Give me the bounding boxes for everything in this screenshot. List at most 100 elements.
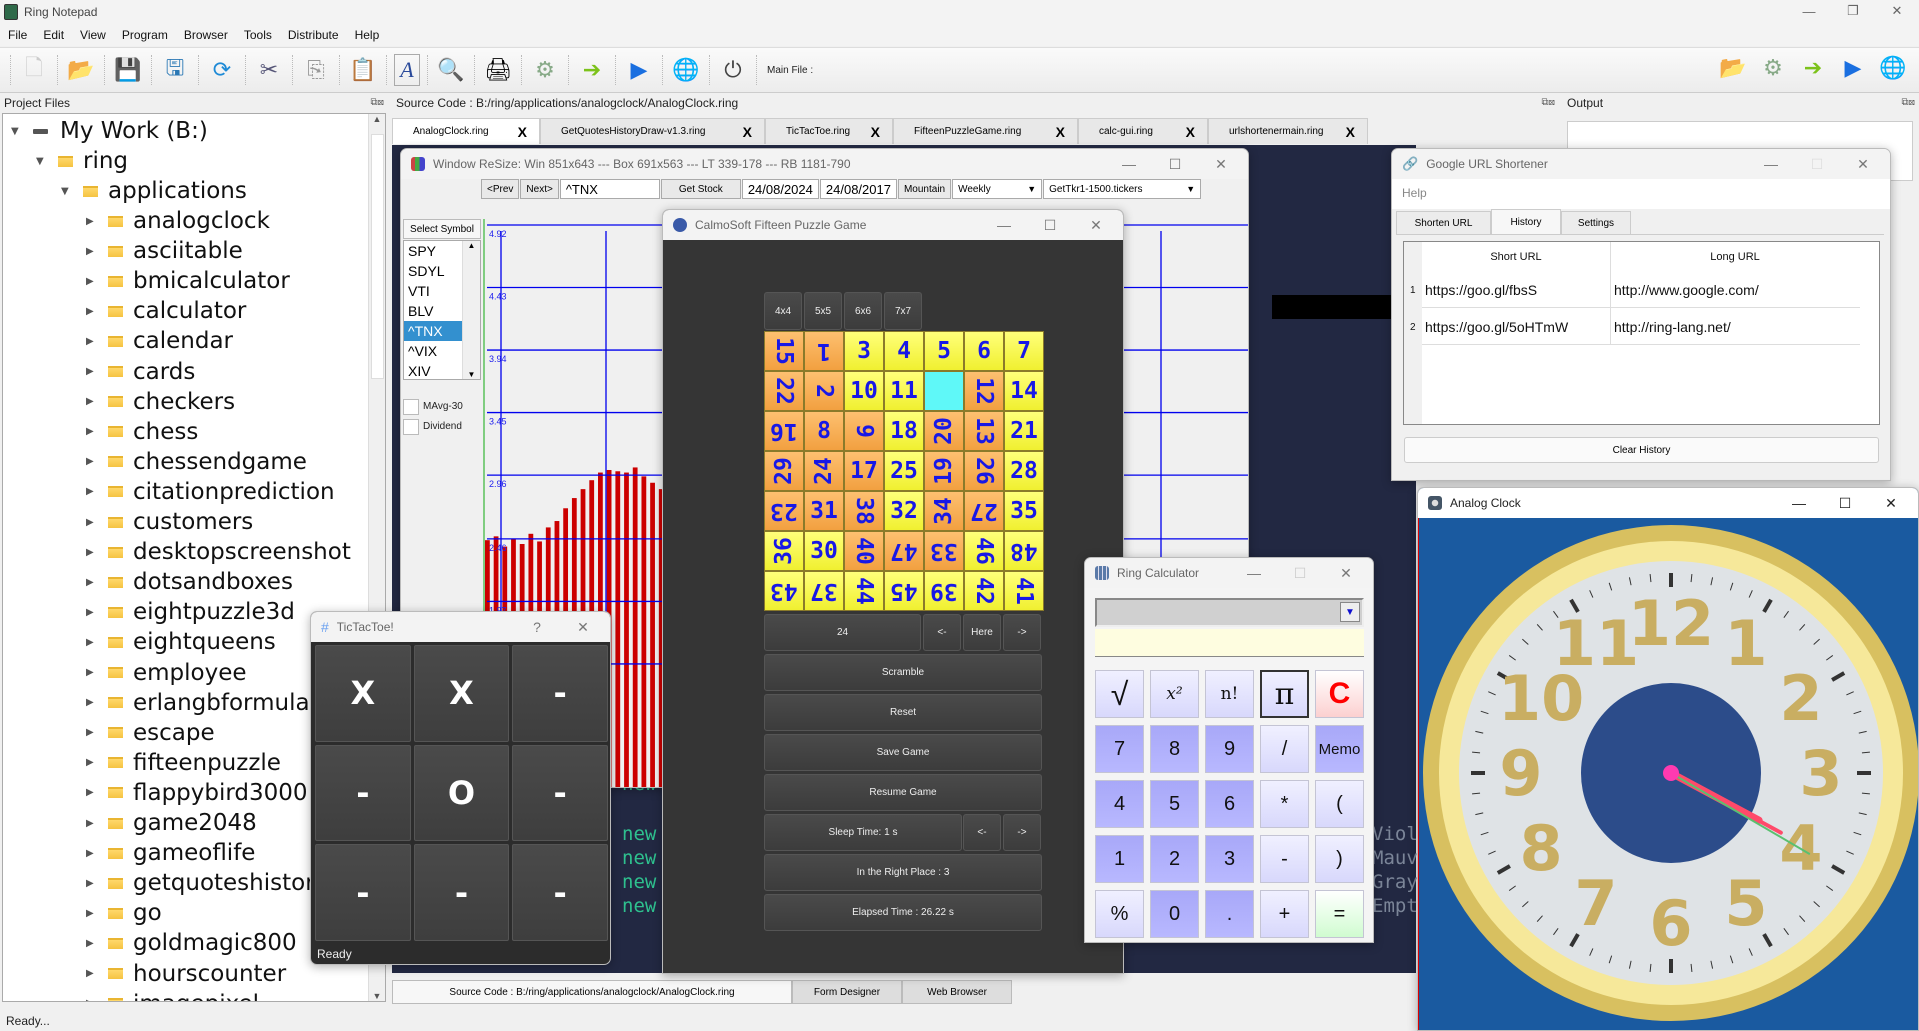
tree-item-folder[interactable]: ▶ getquoteshistory	[86, 868, 328, 898]
column-header-short-url[interactable]: Short URL	[1422, 242, 1610, 272]
file-tab[interactable]: GetQuotesHistoryDraw-v1.3.ring X	[540, 118, 765, 144]
percent-button[interactable]: %	[1095, 890, 1144, 938]
puzzle-tile[interactable]: 39	[924, 571, 964, 611]
tictactoe-cell[interactable]: -	[512, 744, 608, 842]
minimize-button[interactable]: —	[1787, 0, 1831, 22]
file-tab[interactable]: AnalogClock.ring X	[392, 118, 540, 144]
puzzle-tile[interactable]: 36	[764, 531, 804, 571]
expand-arrow-icon[interactable]: ▶	[86, 968, 96, 979]
scroll-up-icon[interactable]: ▲	[369, 114, 385, 124]
resume-game-button[interactable]: Resume Game	[764, 774, 1042, 811]
puzzle-tile[interactable]: 43	[764, 571, 804, 611]
puzzle-tile[interactable]: 16	[764, 411, 804, 451]
sleep-increase-button[interactable]: ->	[1003, 814, 1041, 851]
column-header-long-url[interactable]: Long URL	[1610, 242, 1860, 272]
reload-icon[interactable]: ⟳	[206, 54, 238, 86]
run-play-icon[interactable]: ▶	[1837, 52, 1869, 84]
expand-arrow-icon[interactable]: ▶	[86, 547, 96, 558]
puzzle-tile[interactable]: 11	[884, 371, 924, 411]
puzzle-tile[interactable]: 1	[804, 331, 844, 371]
print-icon[interactable]: 🖨	[482, 54, 514, 86]
puzzle-tile[interactable]: 33	[924, 531, 964, 571]
save-icon[interactable]: 💾	[112, 54, 144, 86]
menu-distribute[interactable]: Distribute	[280, 28, 347, 42]
expand-arrow-icon[interactable]: ▶	[86, 787, 96, 798]
size-7x7-button[interactable]: 7x7	[884, 292, 922, 330]
cut-icon[interactable]: ✂	[253, 54, 285, 86]
puzzle-tile[interactable]: 13	[964, 411, 1004, 451]
puzzle-tile[interactable]: 29	[764, 451, 804, 491]
puzzle-tile[interactable]: 32	[884, 491, 924, 531]
expand-arrow-icon[interactable]: ▶	[86, 757, 96, 768]
sleep-time-button[interactable]: Sleep Time: 1 s	[764, 814, 962, 851]
tictactoe-cell[interactable]: -	[413, 844, 510, 941]
tree-item-folder[interactable]: ▶ employee	[86, 658, 247, 688]
digit-4-button[interactable]: 4	[1095, 780, 1144, 828]
close-button[interactable]: ✕	[1073, 217, 1119, 234]
web-globe-icon[interactable]: 🌐	[670, 54, 702, 86]
expand-arrow-icon[interactable]: ▶	[86, 306, 96, 317]
puzzle-tile[interactable]: 28	[1004, 451, 1044, 491]
file-tab[interactable]: calc-gui.ring X	[1078, 118, 1208, 144]
digit-6-button[interactable]: 6	[1205, 780, 1254, 828]
move-right-button[interactable]: ->	[1003, 614, 1041, 651]
digit-5-button[interactable]: 5	[1150, 780, 1199, 828]
tree-item-folder[interactable]: ▶ calculator	[86, 296, 246, 326]
puzzle-tile[interactable]: 4	[884, 331, 924, 371]
tree-item-folder[interactable]: ▶ go	[86, 898, 162, 928]
digit-3-button[interactable]: 3	[1205, 835, 1254, 883]
puzzle-tile[interactable]: 10	[844, 371, 884, 411]
expand-arrow-icon[interactable]: ▶	[86, 246, 96, 257]
tictactoe-cell[interactable]: -	[512, 645, 608, 742]
puzzle-tile[interactable]: 45	[884, 571, 924, 611]
dock-float-close-buttons[interactable]: ⧉⊠	[371, 97, 385, 108]
tree-item-applications[interactable]: ▼ applications	[61, 176, 247, 206]
maximize-button[interactable]: ☐	[1822, 495, 1868, 512]
tree-item-folder[interactable]: ▶ citationprediction	[86, 477, 335, 507]
size-6x6-button[interactable]: 6x6	[844, 292, 882, 330]
settings-gear-icon[interactable]: ⚙	[1757, 52, 1789, 84]
menu-file[interactable]: File	[0, 28, 35, 42]
tree-item-folder[interactable]: ▶ hourscounter	[86, 959, 286, 989]
puzzle-tile[interactable]: 9	[844, 411, 884, 451]
menu-tools[interactable]: Tools	[236, 28, 280, 42]
dock-float-close-buttons[interactable]: ⧉⊠	[1902, 97, 1916, 108]
digit-2-button[interactable]: 2	[1150, 835, 1199, 883]
move-here-button[interactable]: Here	[963, 614, 1001, 651]
reset-button[interactable]: Reset	[764, 694, 1042, 731]
puzzle-tile[interactable]: 27	[964, 491, 1004, 531]
tab-form-designer[interactable]: Form Designer	[792, 980, 902, 1004]
tree-item-folder[interactable]: ▶ gameoflife	[86, 838, 255, 868]
puzzle-tile[interactable]: 20	[924, 411, 964, 451]
tree-item-folder[interactable]: ▶ asciitable	[86, 236, 243, 266]
puzzle-tile[interactable]: 19	[924, 451, 964, 491]
puzzle-tile[interactable]: 38	[844, 491, 884, 531]
tictactoe-cell[interactable]: O	[413, 744, 510, 842]
digit-0-button[interactable]: 0	[1150, 890, 1199, 938]
add-button[interactable]: +	[1260, 890, 1309, 938]
open-folder-icon[interactable]: 📂	[1717, 52, 1749, 84]
expand-arrow-icon[interactable]: ▼	[36, 156, 46, 167]
tree-item-folder[interactable]: ▶ erlangbformula	[86, 688, 310, 718]
puzzle-tile[interactable]: 5	[924, 331, 964, 371]
go-arrow-icon[interactable]: ➔	[1797, 52, 1829, 84]
chevron-down-icon[interactable]: ▼	[1340, 602, 1360, 622]
puzzle-tile[interactable]: 15	[764, 331, 804, 371]
puzzle-tile[interactable]: 24	[804, 451, 844, 491]
close-tab-icon[interactable]: X	[743, 124, 752, 140]
puzzle-tile[interactable]: 35	[1004, 491, 1044, 531]
factorial-button[interactable]: n!	[1205, 670, 1254, 718]
equals-button[interactable]: =	[1315, 890, 1364, 938]
scroll-down-icon[interactable]: ▼	[369, 991, 385, 1001]
save-game-button[interactable]: Save Game	[764, 734, 1042, 771]
close-button[interactable]: ✕	[1323, 565, 1369, 582]
expand-arrow-icon[interactable]: ▶	[86, 727, 96, 738]
close-tab-icon[interactable]: X	[871, 124, 880, 140]
expand-arrow-icon[interactable]: ▶	[86, 216, 96, 227]
scrollbar-thumb[interactable]	[371, 134, 384, 379]
expand-arrow-icon[interactable]: ▶	[86, 938, 96, 949]
expand-arrow-icon[interactable]: ▶	[86, 396, 96, 407]
file-tab[interactable]: urlshortenermain.ring X	[1208, 118, 1368, 144]
maximize-button[interactable]: ☐	[1794, 156, 1840, 173]
expand-arrow-icon[interactable]: ▼	[11, 126, 21, 137]
